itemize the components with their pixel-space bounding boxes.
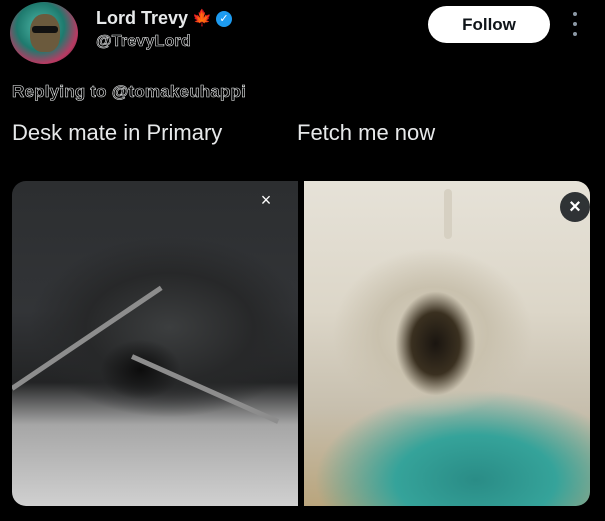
reply-mention-link[interactable]: @tomakeuhappi bbox=[111, 82, 246, 102]
replying-prefix: Replying to bbox=[12, 82, 112, 102]
close-icon[interactable]: × bbox=[560, 192, 590, 222]
verified-check-icon[interactable]: ✓ bbox=[215, 10, 232, 27]
bag-strap bbox=[130, 354, 280, 424]
display-name[interactable]: Lord Trevy bbox=[96, 8, 188, 29]
bag-strap bbox=[444, 189, 452, 239]
caption-right: Fetch me now bbox=[297, 120, 436, 145]
name-row[interactable]: Lord Trevy 🍁 ✓ bbox=[96, 8, 232, 29]
close-icon[interactable]: × bbox=[255, 189, 277, 211]
avatar-glasses bbox=[32, 26, 58, 33]
user-handle[interactable]: @TrevyLord bbox=[96, 33, 191, 51]
media-image-left[interactable] bbox=[12, 181, 298, 506]
more-vertical-icon[interactable] bbox=[567, 12, 583, 36]
avatar-face bbox=[30, 14, 60, 52]
follow-button[interactable]: Follow bbox=[428, 6, 550, 43]
bag-strap bbox=[12, 285, 163, 391]
maple-leaf-icon: 🍁 bbox=[192, 9, 212, 27]
tweet-header: Lord Trevy 🍁 ✓ @TrevyLord Follow bbox=[0, 0, 605, 70]
more-dot bbox=[573, 22, 577, 26]
caption-left: Desk mate in Primary bbox=[12, 120, 223, 145]
replying-to: Replying to @tomakeuhappi bbox=[12, 82, 247, 102]
media-image-right[interactable] bbox=[304, 181, 590, 506]
more-dot bbox=[573, 32, 577, 36]
more-dot bbox=[573, 12, 577, 16]
avatar[interactable] bbox=[10, 2, 78, 64]
